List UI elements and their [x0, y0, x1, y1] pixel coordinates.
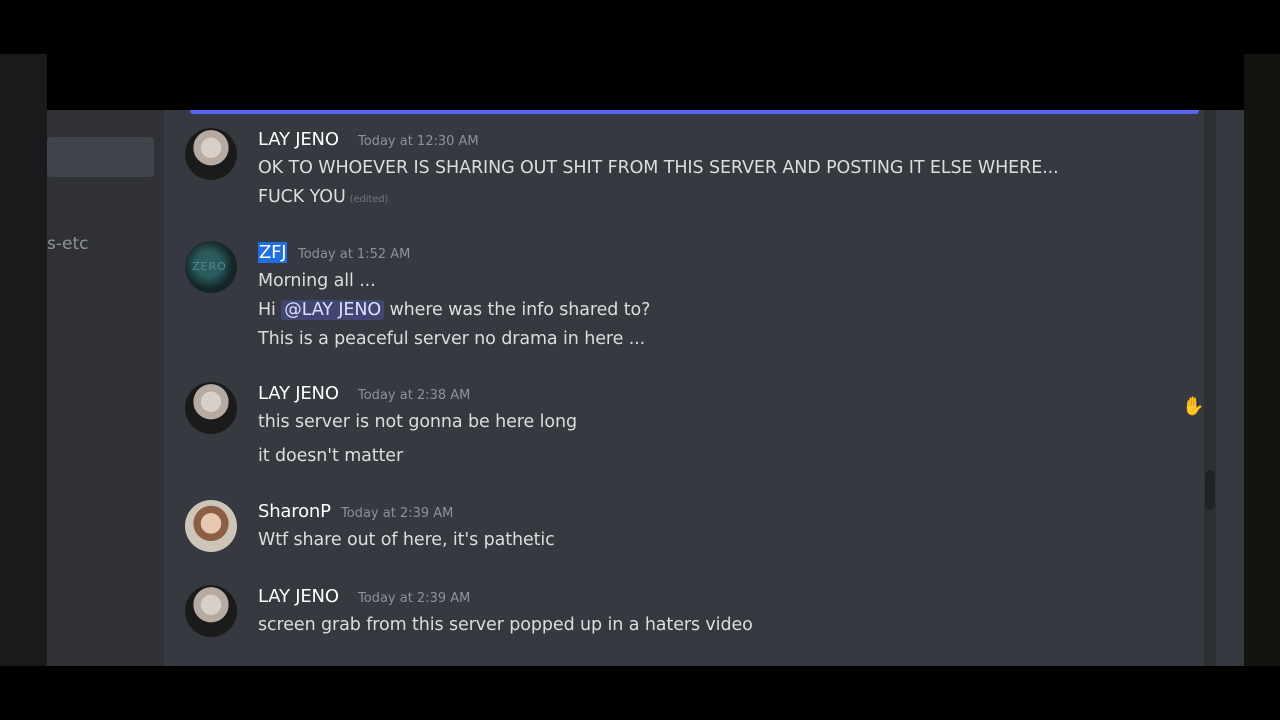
message-text: Wtf share out of here, it's pathetic — [258, 530, 555, 550]
message-text: screen grab from this server popped up i… — [258, 615, 753, 635]
greeting-text: Hi — [258, 300, 276, 320]
message-timestamp: Today at 2:38 AM — [358, 388, 471, 403]
message-text: OK TO WHOEVER IS SHARING OUT SHIT FROM T… — [258, 158, 1059, 178]
avatar-text: ZERO — [192, 260, 227, 273]
sidebar-active-channel[interactable] — [47, 137, 154, 177]
user-mention[interactable]: @LAY JENO — [281, 300, 384, 320]
channel-sidebar: s-etc — [47, 110, 164, 666]
message-text: where was the info shared to? — [389, 300, 651, 320]
video-letterbox-left — [0, 54, 47, 666]
message-text: FUCK YOU — [258, 187, 346, 207]
message-text: This is a peaceful server no drama in he… — [258, 329, 646, 349]
avatar[interactable] — [185, 382, 237, 434]
avatar[interactable] — [185, 128, 237, 180]
message-list: LAY JENO Today at 12:30 AM OK TO WHOEVER… — [164, 110, 1244, 666]
avatar[interactable]: ZERO — [185, 241, 237, 293]
message-timestamp: Today at 1:52 AM — [298, 247, 411, 262]
message-timestamp: Today at 12:30 AM — [358, 134, 479, 149]
scrollbar-track[interactable] — [1204, 110, 1216, 666]
message-text: Morning all ... — [258, 271, 376, 291]
message-text: it doesn't matter — [258, 446, 404, 466]
message-author[interactable]: LAY JENO — [258, 383, 339, 404]
sidebar-channel-label[interactable]: s-etc — [47, 234, 88, 254]
message-author[interactable]: ZFJ — [258, 242, 288, 263]
message-author[interactable]: LAY JENO — [258, 129, 339, 150]
video-letterbox-right — [1244, 54, 1280, 666]
message-author[interactable]: LAY JENO — [258, 586, 339, 607]
message-text-line: FUCK YOU (edited) — [258, 187, 388, 207]
message-text-line: Hi @LAY JENO where was the info shared t… — [258, 300, 650, 320]
discord-window: s-etc LAY JENO Today at 12:30 AM OK TO W… — [47, 110, 1244, 666]
message-timestamp: Today at 2:39 AM — [358, 591, 471, 606]
message-timestamp: Today at 2:39 AM — [341, 506, 454, 521]
message-author[interactable]: SharonP — [258, 501, 331, 522]
avatar[interactable] — [185, 500, 237, 552]
avatar[interactable] — [185, 585, 237, 637]
edited-label: (edited) — [349, 194, 389, 205]
message-text: this server is not gonna be here long — [258, 412, 578, 432]
hand-pointer-icon: ✋ — [1182, 396, 1205, 417]
scrollbar-thumb[interactable] — [1205, 470, 1215, 510]
